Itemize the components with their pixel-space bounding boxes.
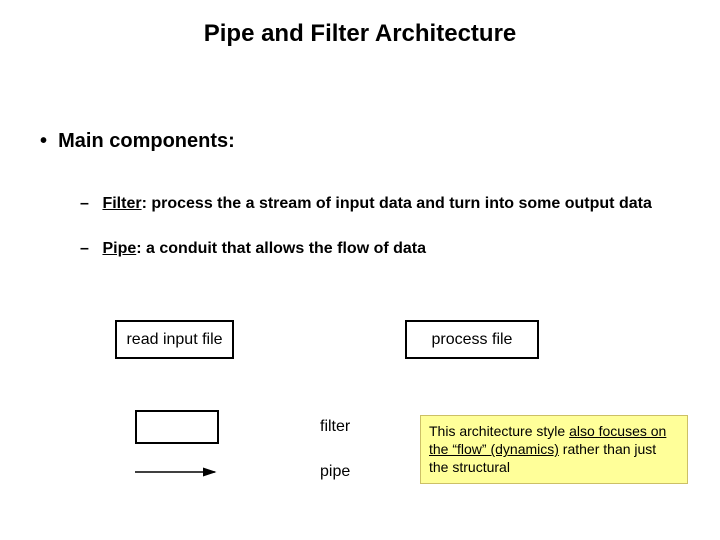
def-pipe: – Pipe: a conduit that allows the flow o… — [80, 240, 680, 258]
slide: Pipe and Filter Architecture • Main comp… — [0, 0, 720, 540]
page-title: Pipe and Filter Architecture — [0, 20, 720, 48]
legend-pipe-arrow — [135, 462, 225, 482]
legend-pipe-label: pipe — [320, 463, 350, 481]
def-pipe-text: : a conduit that allows the flow of data — [136, 240, 426, 257]
main-heading: • Main components: — [40, 130, 235, 153]
def-filter-text: : process the a stream of input data and… — [142, 195, 652, 212]
note-box: This architecture style also focuses on … — [420, 415, 688, 484]
main-heading-text: Main components: — [58, 130, 235, 152]
legend-filter-label: filter — [320, 418, 350, 436]
box-process-file: process file — [405, 320, 539, 359]
legend-filter-box — [135, 410, 219, 444]
box-read-input: read input file — [115, 320, 234, 359]
note-pre: This architecture style — [429, 423, 569, 439]
def-pipe-term: Pipe — [102, 240, 136, 257]
def-filter-term: Filter — [102, 195, 141, 212]
def-filter: – Filter: process the a stream of input … — [80, 195, 680, 213]
